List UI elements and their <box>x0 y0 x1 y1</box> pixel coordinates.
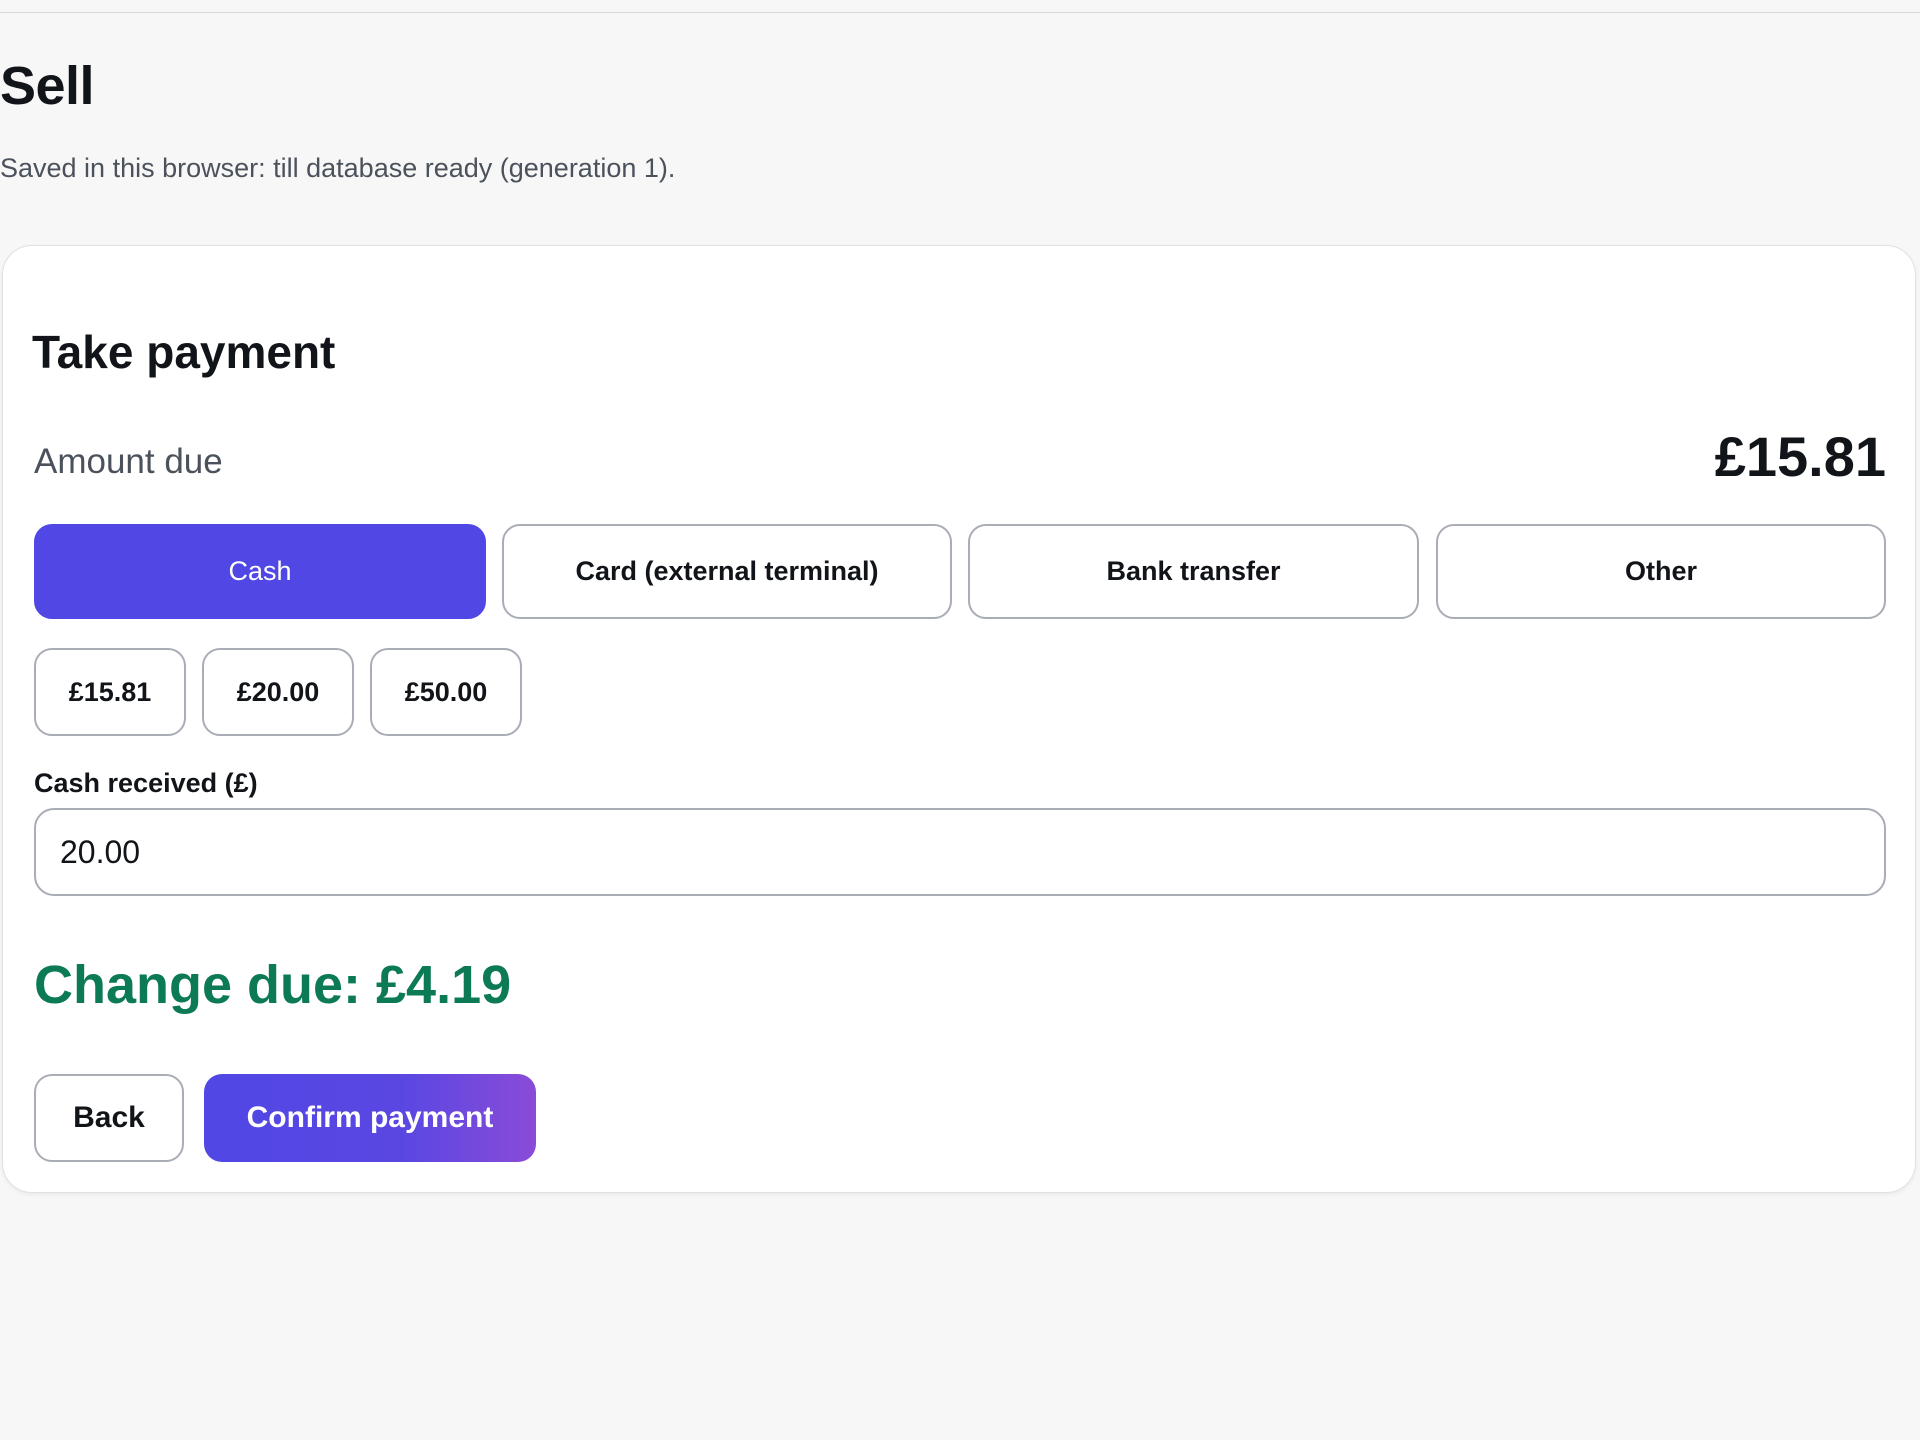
amount-due-value: £15.81 <box>1714 425 1886 488</box>
payment-method-cash-button[interactable]: Cash <box>34 524 486 619</box>
change-due-text: Change due: £4.19 <box>34 955 512 1015</box>
page-title: Sell <box>0 56 95 116</box>
payment-method-other-button[interactable]: Other <box>1436 524 1886 619</box>
back-button[interactable]: Back <box>34 1074 184 1162</box>
payment-title: Take payment <box>32 326 336 378</box>
cash-received-input[interactable] <box>34 808 1886 896</box>
quick-amount-exact-button[interactable]: £15.81 <box>34 648 186 736</box>
top-divider <box>0 12 1920 13</box>
payment-method-bank-transfer-button[interactable]: Bank transfer <box>968 524 1419 619</box>
amount-due-label: Amount due <box>34 442 223 481</box>
confirm-payment-button[interactable]: Confirm payment <box>204 1074 536 1162</box>
quick-amount-20-button[interactable]: £20.00 <box>202 648 354 736</box>
quick-amount-50-button[interactable]: £50.00 <box>370 648 522 736</box>
cash-received-label: Cash received (£) <box>34 768 258 798</box>
payment-method-card-button[interactable]: Card (external terminal) <box>502 524 952 619</box>
save-status-text: Saved in this browser: till database rea… <box>0 153 676 183</box>
